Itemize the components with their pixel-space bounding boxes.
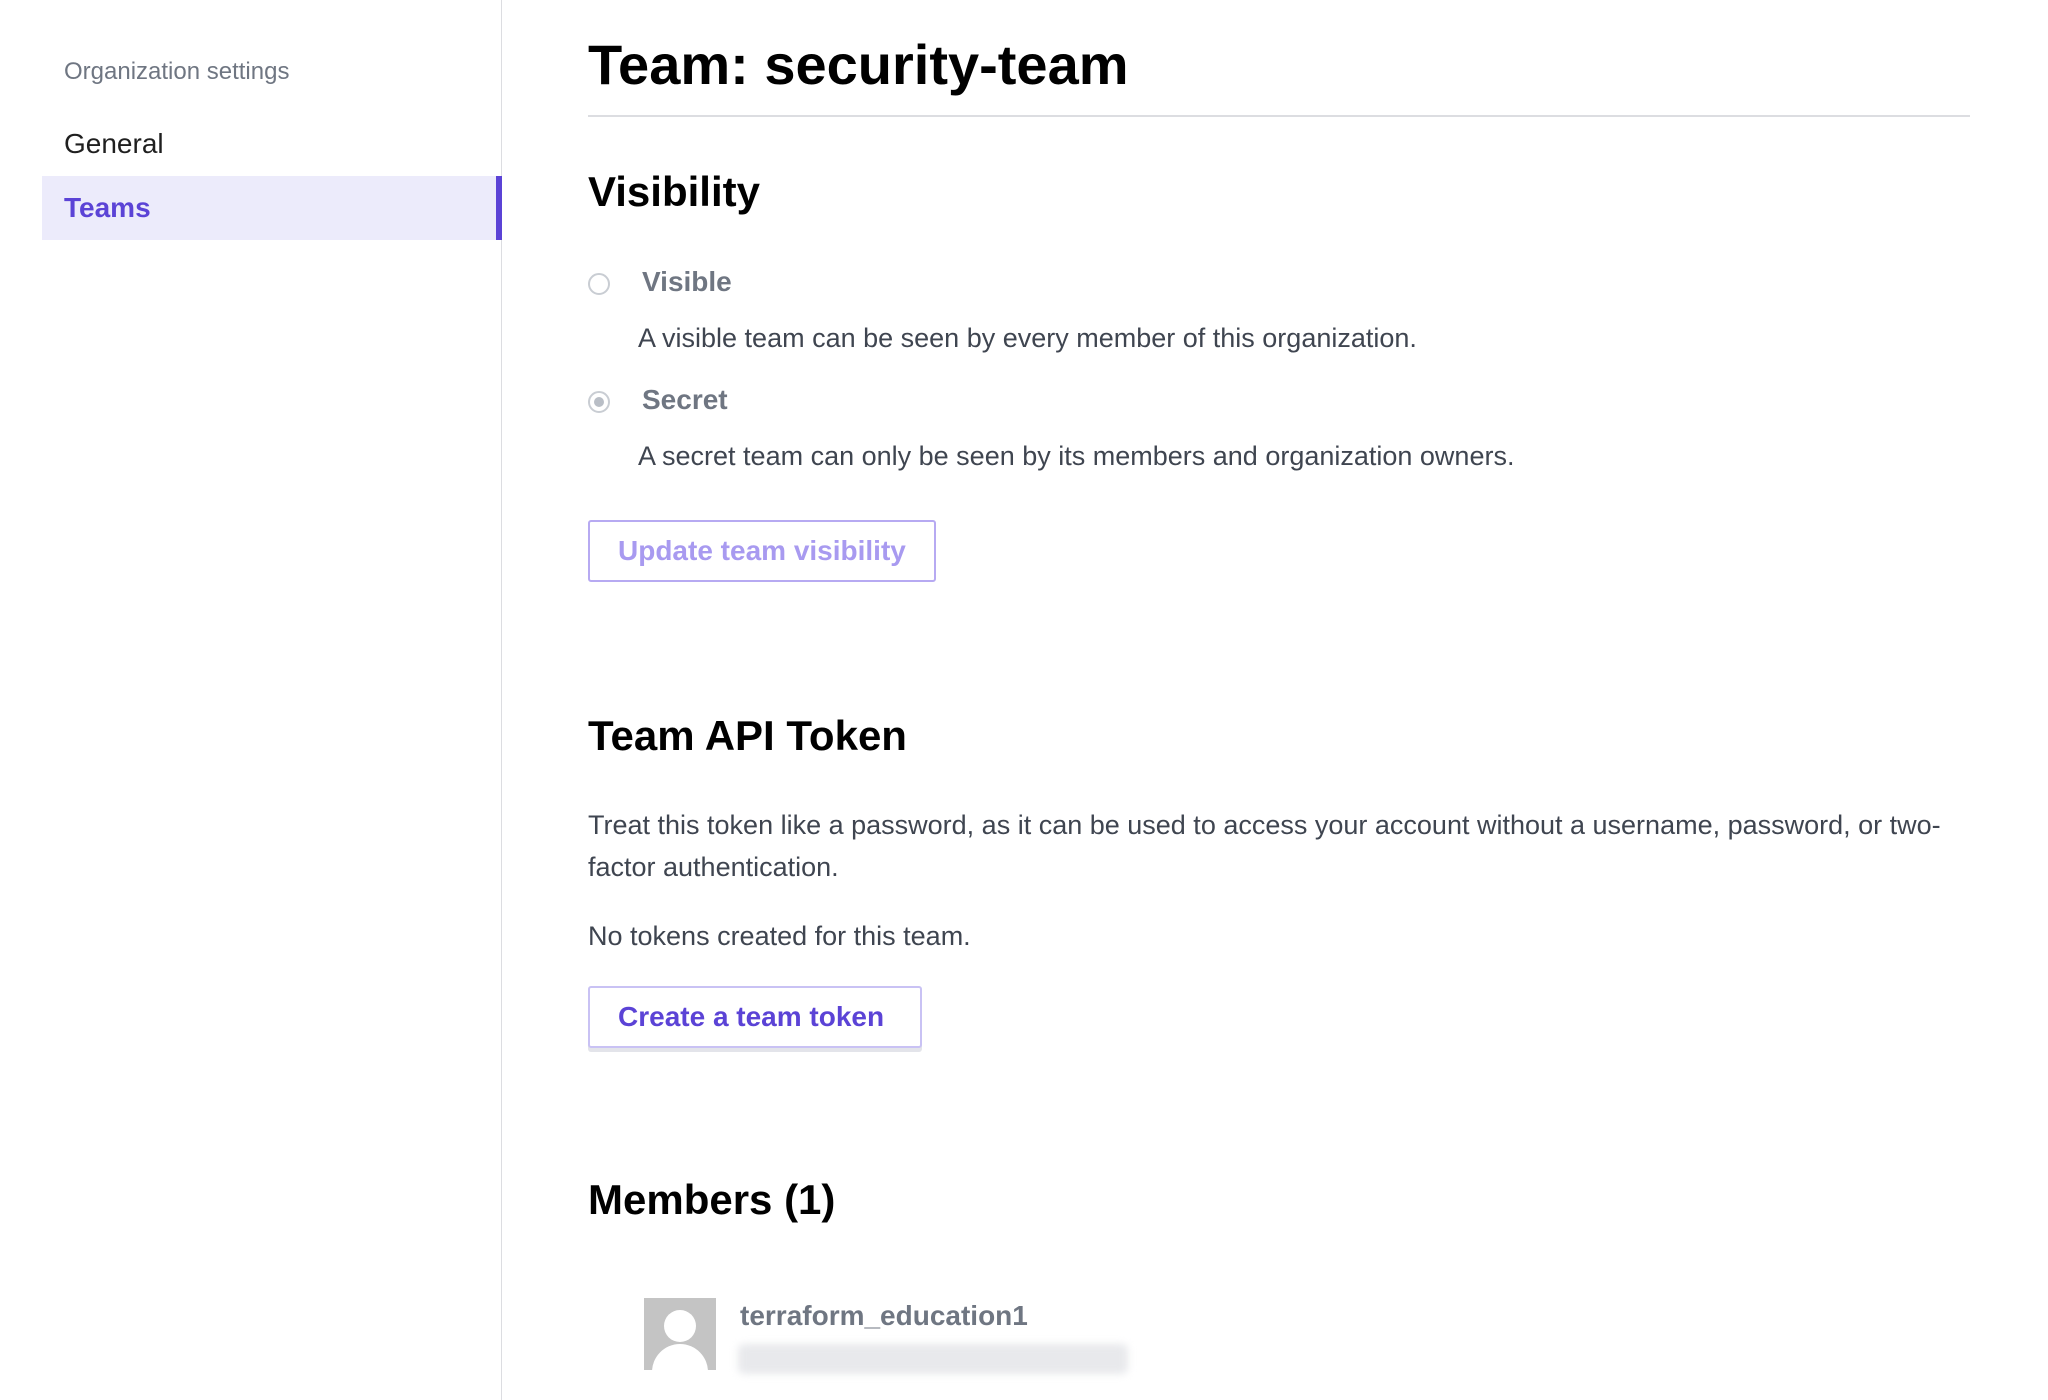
sidebar-item-teams[interactable]: Teams xyxy=(42,176,502,240)
team-api-token-heading: Team API Token xyxy=(588,712,907,759)
visible-radio[interactable] xyxy=(588,273,610,295)
avatar-body-shape xyxy=(652,1344,708,1370)
title-divider xyxy=(588,115,1970,117)
update-team-visibility-button[interactable]: Update team visibility xyxy=(588,520,936,582)
members-heading: Members (1) xyxy=(588,1176,836,1223)
avatar-head-shape xyxy=(664,1310,696,1342)
create-team-token-button[interactable]: Create a team token xyxy=(588,986,922,1048)
sidebar-item-general[interactable]: General xyxy=(42,112,502,176)
sidebar-heading: Organization settings xyxy=(64,58,290,85)
sidebar: Organization settings General Teams xyxy=(0,0,502,1400)
visible-description: A visible team can be seen by every memb… xyxy=(638,323,1417,353)
visible-radio-label[interactable]: Visible xyxy=(642,266,732,298)
page-title: Team: security-team xyxy=(588,33,1129,96)
no-tokens-message: No tokens created for this team. xyxy=(588,921,971,951)
member-row[interactable]: terraform_education1 xyxy=(644,1298,1244,1378)
visibility-heading: Visibility xyxy=(588,168,760,215)
avatar xyxy=(644,1298,716,1370)
token-description: Treat this token like a password, as it … xyxy=(588,810,1941,882)
secret-radio[interactable] xyxy=(588,391,610,413)
secret-radio-label[interactable]: Secret xyxy=(642,384,728,416)
member-username[interactable]: terraform_education1 xyxy=(740,1300,1028,1332)
member-email-redacted xyxy=(738,1344,1128,1374)
secret-description: A secret team can only be seen by its me… xyxy=(638,441,1515,471)
